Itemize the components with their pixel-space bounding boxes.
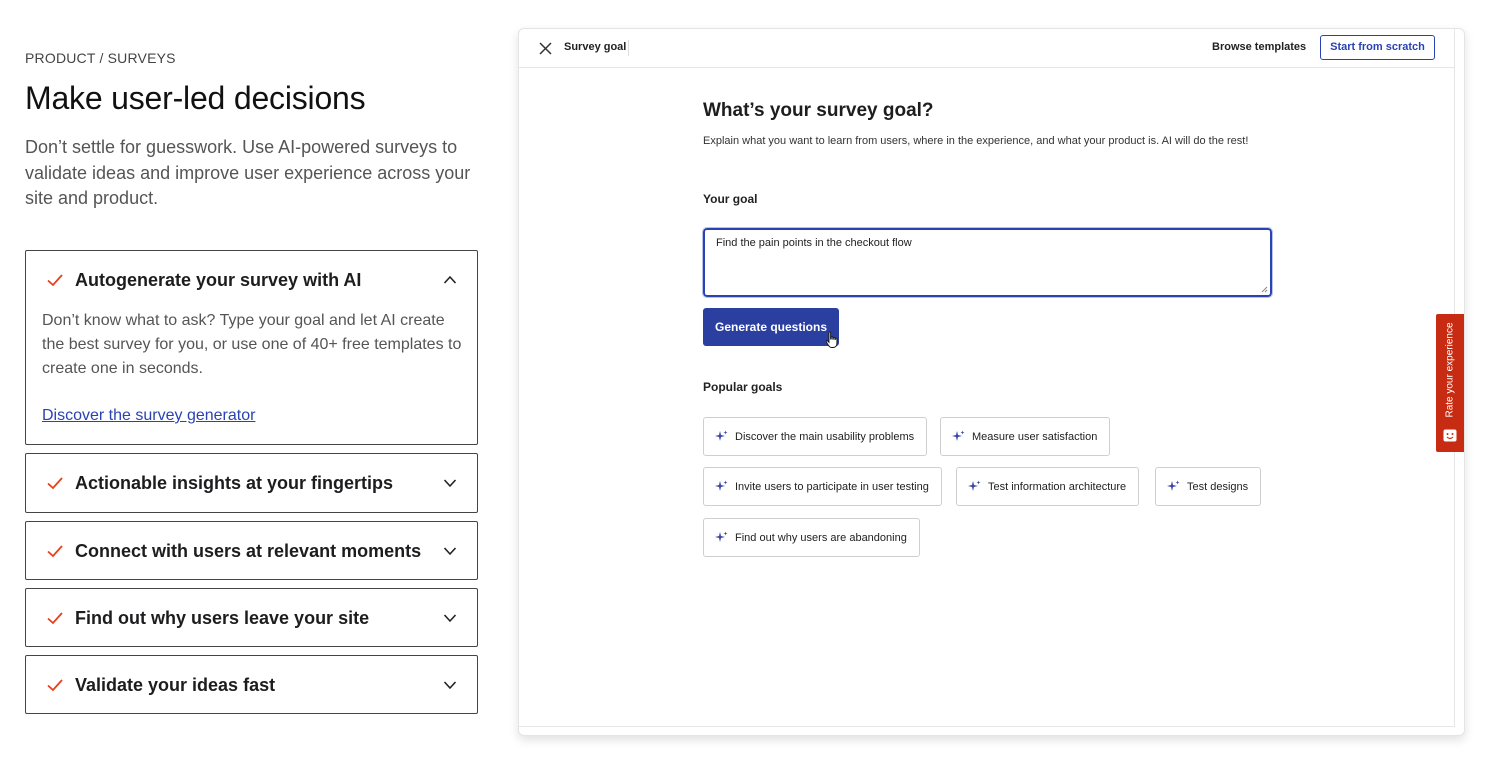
accordion-title: Connect with users at relevant moments	[75, 540, 422, 561]
accordion-body: Don’t know what to ask? Type your goal a…	[42, 312, 462, 377]
chevron-down-icon	[443, 681, 457, 690]
survey-goal-title: What’s your survey goal?	[703, 100, 934, 121]
sparkle-icon	[952, 430, 965, 441]
accordion-header[interactable]: Actionable insights at your fingertips	[26, 454, 477, 512]
check-icon	[47, 477, 63, 490]
accordion-title: Actionable insights at your fingertips	[75, 472, 394, 493]
check-icon	[47, 679, 63, 692]
chevron-up-icon	[443, 275, 457, 284]
goal-textarea[interactable]: Find the pain points in the checkout flo…	[702, 227, 1273, 298]
page-description: Don’t settle for guesswork. Use AI-power…	[25, 137, 471, 208]
sparkle-icon	[968, 480, 981, 491]
accordion-header[interactable]: Connect with users at relevant moments	[26, 522, 477, 580]
chip-label: Measure user satisfaction	[972, 430, 1098, 443]
survey-goal-subtitle: Explain what you want to learn from user…	[703, 135, 1249, 147]
chip-label: Discover the main usability problems	[735, 430, 915, 443]
sparkle-icon	[715, 531, 728, 542]
accordion-header[interactable]: Validate your ideas fast	[26, 656, 477, 714]
rate-experience-tab[interactable]: Rate your experience	[1436, 314, 1464, 452]
breadcrumb: PRODUCT / SURVEYS	[25, 50, 176, 66]
accordion-header[interactable]: Autogenerate your survey with AI	[26, 251, 477, 309]
check-icon	[47, 274, 63, 287]
generate-questions-button[interactable]: Generate questions	[703, 308, 839, 346]
accordion-item-connect[interactable]: Connect with users at relevant moments	[25, 521, 478, 580]
page-title: Make user-led decisions	[25, 80, 366, 116]
topbar-title: Survey goal	[564, 41, 627, 53]
chevron-down-icon	[443, 547, 457, 556]
accordion-title: Find out why users leave your site	[75, 607, 370, 628]
sparkle-icon	[715, 480, 728, 491]
accordion-item-autogenerate: Autogenerate your survey with AI Don’t k…	[25, 250, 478, 445]
popular-goal-chip[interactable]: Invite users to participate in user test…	[703, 467, 942, 506]
accordion-item-validate[interactable]: Validate your ideas fast	[25, 655, 478, 714]
popular-goal-chip[interactable]: Test information architecture	[956, 467, 1140, 506]
popular-goal-chip[interactable]: Test designs	[1155, 467, 1262, 506]
goal-label: Your goal	[703, 192, 758, 206]
accordion-title: Autogenerate your survey with AI	[75, 269, 362, 290]
chip-label: Test designs	[1187, 480, 1249, 493]
chip-label: Find out why users are abandoning	[735, 531, 907, 544]
accordion-header[interactable]: Find out why users leave your site	[26, 589, 477, 647]
chevron-down-icon	[443, 479, 457, 488]
survey-builder-window: Survey goal Browse templates Start from …	[518, 28, 1465, 736]
feedback-label: Rate your experience	[1444, 322, 1456, 418]
chip-label: Invite users to participate in user test…	[735, 480, 929, 493]
resize-handle-icon[interactable]	[1261, 286, 1268, 293]
popular-goal-chip[interactable]: Find out why users are abandoning	[703, 518, 920, 557]
window-topbar: Survey goal Browse templates Start from …	[519, 29, 1455, 68]
accordion-title: Validate your ideas fast	[75, 674, 276, 695]
divider	[628, 40, 629, 56]
popular-goals-label: Popular goals	[703, 380, 783, 394]
close-icon[interactable]	[539, 42, 552, 55]
goal-text: Find the pain points in the checkout flo…	[716, 237, 912, 249]
browse-templates-button[interactable]: Browse templates	[1212, 41, 1306, 53]
sparkle-icon	[1167, 480, 1180, 491]
chevron-down-icon	[443, 614, 457, 623]
accordion-item-why-leave[interactable]: Find out why users leave your site	[25, 588, 478, 647]
check-icon	[47, 612, 63, 625]
survey-builder-panel: Survey goal Browse templates Start from …	[519, 29, 1455, 727]
popular-goal-chip[interactable]: Measure user satisfaction	[940, 417, 1111, 456]
survey-generator-link[interactable]: Discover the survey generator	[42, 407, 255, 425]
pointer-cursor-icon	[825, 331, 838, 348]
chip-label: Test information architecture	[988, 480, 1127, 493]
sparkle-icon	[715, 430, 728, 441]
accordion-item-insights[interactable]: Actionable insights at your fingertips	[25, 453, 478, 513]
start-from-scratch-button[interactable]: Start from scratch	[1320, 35, 1435, 60]
popular-goal-chip[interactable]: Discover the main usability problems	[703, 417, 928, 456]
check-icon	[47, 545, 63, 558]
smiley-icon	[1443, 429, 1457, 442]
